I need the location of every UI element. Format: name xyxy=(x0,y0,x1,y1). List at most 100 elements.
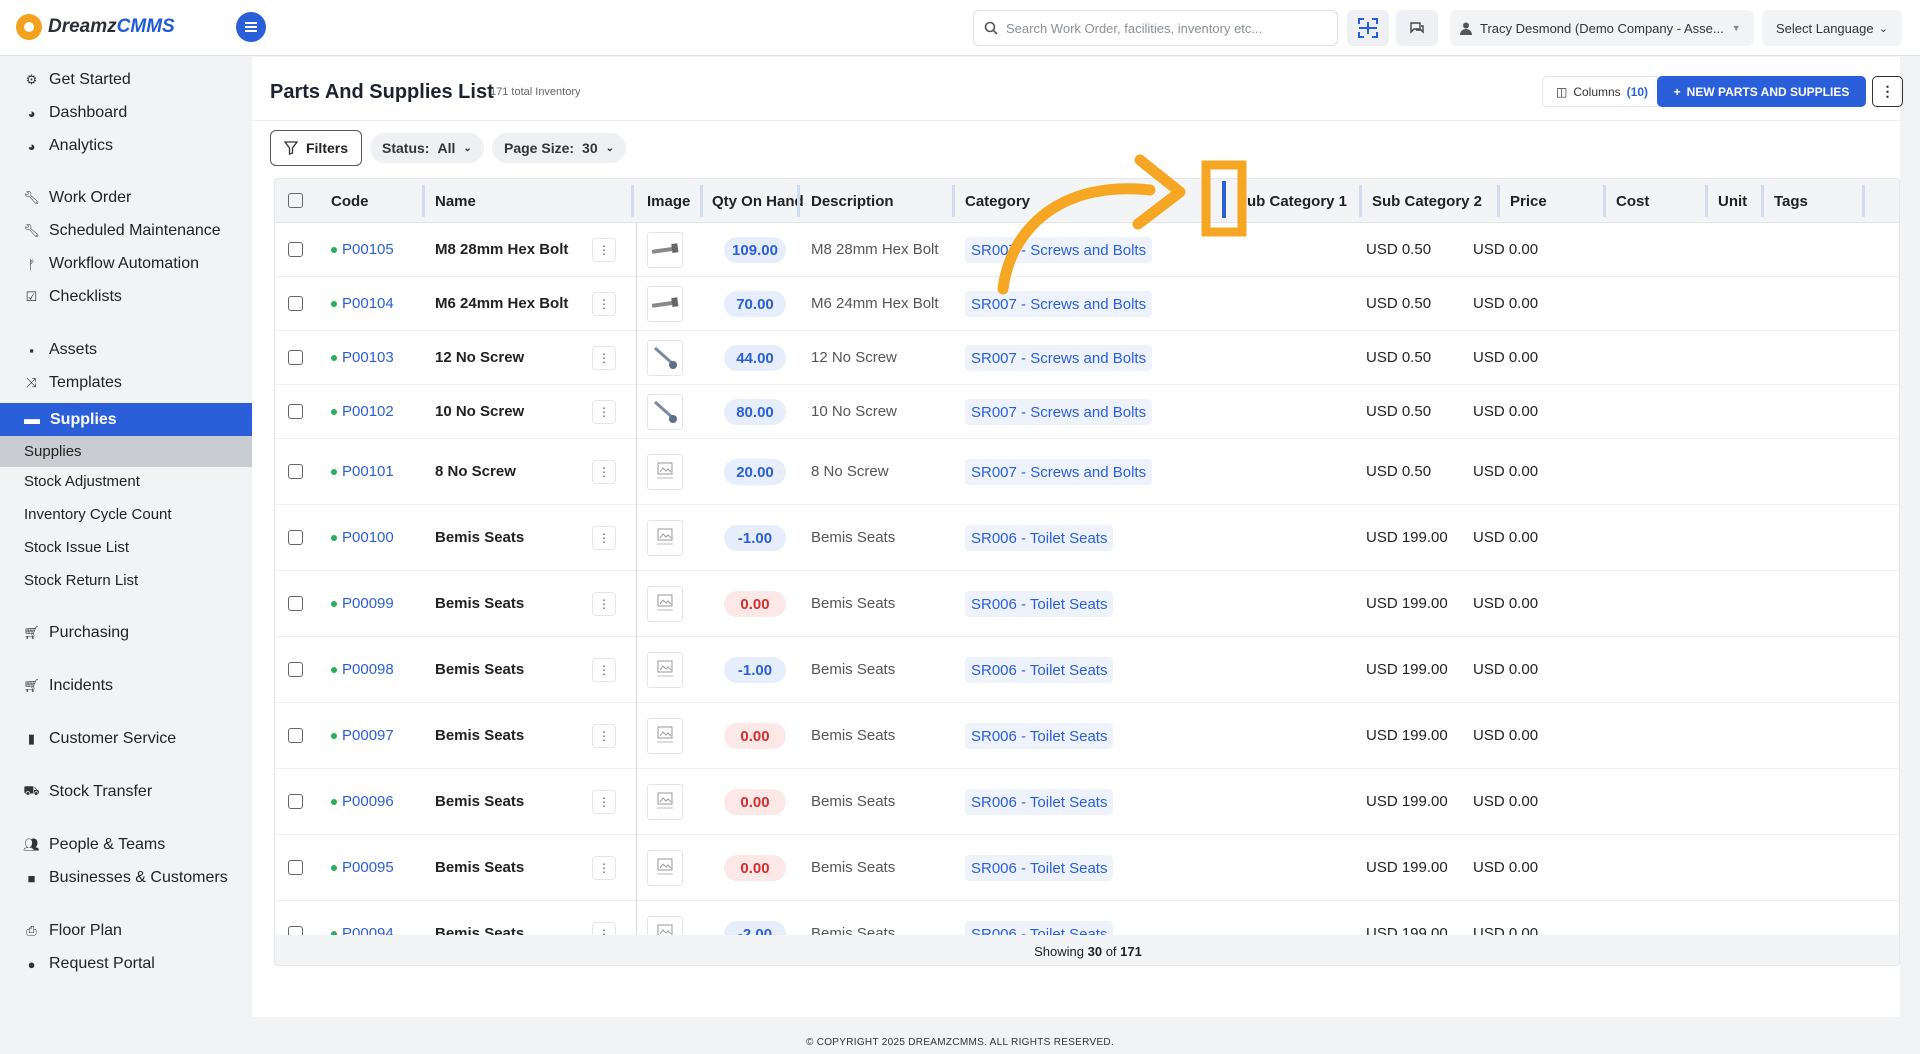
row-actions-button[interactable]: ⋮ xyxy=(592,592,616,616)
sidebar-item-incidents[interactable]: 🛒︎ Incidents xyxy=(23,677,113,695)
part-image[interactable] xyxy=(647,652,683,688)
part-code-link[interactable]: P00105 xyxy=(331,241,394,258)
part-image[interactable] xyxy=(647,286,683,322)
col-unit[interactable]: Unit xyxy=(1718,179,1747,223)
row-checkbox[interactable] xyxy=(288,728,303,743)
part-code-link[interactable]: P00099 xyxy=(331,595,394,612)
brand-logo[interactable]: DreamzCMMS xyxy=(16,14,175,40)
table-row[interactable]: P00104 M6 24mm Hex Bolt ⋮ 70.00 M6 24mm Hex … xyxy=(275,277,1899,331)
sidebar-item-purchasing[interactable]: 🛒︎ Purchasing xyxy=(23,624,129,642)
part-image[interactable] xyxy=(647,520,683,556)
col-tags[interactable]: Tags xyxy=(1774,179,1808,223)
category-tag[interactable]: SR006 - Toilet Seats xyxy=(965,525,1114,551)
sidebar-item-people-teams[interactable]: 👥︎ People & Teams xyxy=(23,836,165,854)
sidebar-item-checklists[interactable]: ☑ Checklists xyxy=(24,288,122,306)
column-resizer[interactable] xyxy=(631,185,634,217)
table-row[interactable]: P00099 Bemis Seats ⋮ 0.00 Bemis Seats SR006 -… xyxy=(275,571,1899,637)
page-size-filter[interactable]: Page Size: 30 ⌄ xyxy=(492,133,626,163)
column-resizer[interactable] xyxy=(1359,185,1362,217)
table-row[interactable]: P00105 M8 28mm Hex Bolt ⋮ 109.00 M8 28mm Hex… xyxy=(275,223,1899,277)
part-code-link[interactable]: P00104 xyxy=(331,295,394,312)
part-code-link[interactable]: P00098 xyxy=(331,661,394,678)
part-image[interactable] xyxy=(647,394,683,430)
part-code-link[interactable]: P00102 xyxy=(331,403,394,420)
part-image[interactable] xyxy=(647,850,683,886)
part-code-link[interactable]: P00096 xyxy=(331,793,394,810)
row-checkbox[interactable] xyxy=(288,350,303,365)
column-resizer[interactable] xyxy=(1705,185,1708,217)
status-filter[interactable]: Status: All ⌄ xyxy=(370,133,484,163)
global-search[interactable] xyxy=(973,10,1338,46)
sidebar-item-assets[interactable]: ▪ Assets xyxy=(24,341,97,359)
part-code-link[interactable]: P00095 xyxy=(331,859,394,876)
category-tag[interactable]: SR007 - Screws and Bolts xyxy=(965,291,1153,317)
column-resizer[interactable] xyxy=(1761,185,1764,217)
row-actions-button[interactable]: ⋮ xyxy=(592,724,616,748)
part-image[interactable] xyxy=(647,340,683,376)
row-checkbox[interactable] xyxy=(288,596,303,611)
filters-button[interactable]: Filters xyxy=(270,130,362,166)
category-tag[interactable]: SR006 - Toilet Seats xyxy=(965,591,1114,617)
row-actions-button[interactable]: ⋮ xyxy=(592,526,616,550)
messages-button[interactable] xyxy=(1396,10,1438,46)
columns-button[interactable]: ◫ Columns (10) xyxy=(1542,76,1662,107)
category-tag[interactable]: SR006 - Toilet Seats xyxy=(965,855,1114,881)
col-qty[interactable]: Qty On Hand xyxy=(712,179,804,223)
table-row[interactable]: P00098 Bemis Seats ⋮ -1.00 Bemis Seats SR006 … xyxy=(275,637,1899,703)
category-tag[interactable]: SR007 - Screws and Bolts xyxy=(965,459,1153,485)
sidebar-item-workflow-automation[interactable]: ᚠ Workflow Automation xyxy=(24,255,199,273)
row-checkbox[interactable] xyxy=(288,296,303,311)
language-select[interactable]: Select Language ⌄ xyxy=(1762,10,1902,46)
table-row[interactable]: P00103 12 No Screw ⋮ 44.00 12 No Screw SR007 … xyxy=(275,331,1899,385)
menu-toggle-button[interactable] xyxy=(236,12,266,42)
col-image[interactable]: Image xyxy=(647,179,690,223)
table-row[interactable]: P00096 Bemis Seats ⋮ 0.00 Bemis Seats SR006 -… xyxy=(275,769,1899,835)
col-code[interactable]: Code xyxy=(331,179,369,223)
column-resizer[interactable] xyxy=(422,185,425,217)
part-code-link[interactable]: P00103 xyxy=(331,349,394,366)
row-checkbox[interactable] xyxy=(288,464,303,479)
category-tag[interactable]: SR006 - Toilet Seats xyxy=(965,657,1114,683)
sidebar-item-dashboard[interactable]: ◕ Dashboard xyxy=(24,104,128,122)
col-category[interactable]: Category xyxy=(965,179,1030,223)
part-code-link[interactable]: P00100 xyxy=(331,529,394,546)
sidebar-subitem-inventory-cycle-count[interactable]: Inventory Cycle Count xyxy=(24,506,172,523)
table-row[interactable]: P00102 10 No Screw ⋮ 80.00 10 No Screw SR007 … xyxy=(275,385,1899,439)
row-actions-button[interactable]: ⋮ xyxy=(592,346,616,370)
category-tag[interactable]: SR006 - Toilet Seats xyxy=(965,723,1114,749)
sidebar-item-supplies[interactable]: ▬ Supplies xyxy=(0,403,252,436)
more-options-button[interactable]: ⋮ xyxy=(1872,76,1903,107)
sidebar-item-stock-transfer[interactable]: ⛟ Stock Transfer xyxy=(23,783,152,801)
scan-button[interactable] xyxy=(1347,10,1389,46)
column-resizer[interactable] xyxy=(797,185,800,217)
col-price[interactable]: Price xyxy=(1510,179,1547,223)
column-resizer[interactable] xyxy=(1497,185,1500,217)
column-resizer[interactable] xyxy=(952,185,955,217)
sidebar-item-get-started[interactable]: ⚙ Get Started xyxy=(24,71,131,89)
row-checkbox[interactable] xyxy=(288,404,303,419)
row-actions-button[interactable]: ⋮ xyxy=(592,658,616,682)
col-cost[interactable]: Cost xyxy=(1616,179,1649,223)
col-sub-category-2[interactable]: Sub Category 2 xyxy=(1372,179,1482,223)
part-image[interactable] xyxy=(647,454,683,490)
sidebar-subitem-stock-return-list[interactable]: Stock Return List xyxy=(24,572,138,589)
select-all-checkbox[interactable] xyxy=(288,193,303,208)
column-resizer[interactable] xyxy=(1603,185,1606,217)
category-tag[interactable]: SR007 - Screws and Bolts xyxy=(965,237,1153,263)
column-resizer[interactable] xyxy=(700,185,703,217)
row-checkbox[interactable] xyxy=(288,860,303,875)
row-checkbox[interactable] xyxy=(288,662,303,677)
part-image[interactable] xyxy=(647,232,683,268)
sidebar-item-templates[interactable]: ⤨ Templates xyxy=(24,374,122,392)
sidebar-subitem-supplies[interactable]: Supplies xyxy=(0,436,252,467)
part-image[interactable] xyxy=(647,586,683,622)
table-row[interactable]: P00097 Bemis Seats ⋮ 0.00 Bemis Seats SR006 -… xyxy=(275,703,1899,769)
sidebar-item-analytics[interactable]: ◕ Analytics xyxy=(24,137,113,155)
new-parts-button[interactable]: + NEW PARTS AND SUPPLIES xyxy=(1657,76,1866,107)
row-checkbox[interactable] xyxy=(288,530,303,545)
sidebar-item-scheduled-maintenance[interactable]: 🔧︎ Scheduled Maintenance xyxy=(23,222,220,240)
sidebar-item-customer-service[interactable]: ▮ Customer Service xyxy=(24,730,176,748)
row-actions-button[interactable]: ⋮ xyxy=(592,400,616,424)
table-row[interactable]: P00100 Bemis Seats ⋮ -1.00 Bemis Seats SR006 … xyxy=(275,505,1899,571)
category-tag[interactable]: SR007 - Screws and Bolts xyxy=(965,399,1153,425)
